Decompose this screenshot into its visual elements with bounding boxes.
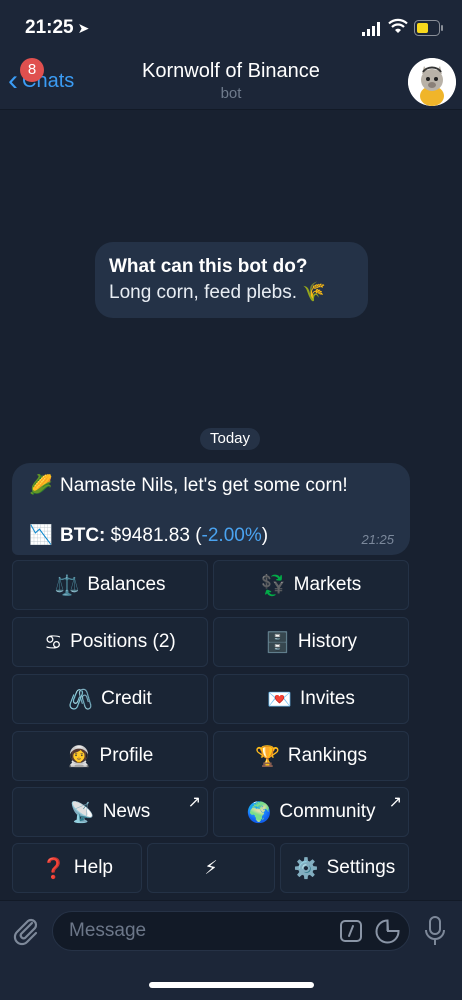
btc-change[interactable]: -2.00% [202,521,262,551]
profile-button[interactable]: 👩‍🚀 Profile [12,731,208,781]
credit-button[interactable]: 🖇️ Credit [12,674,208,724]
paperclip-icon[interactable] [12,915,40,947]
bot-avatar-image [408,58,456,106]
invites-button[interactable]: 💌 Invites [213,674,409,724]
settings-label: Settings [326,857,396,878]
trophy-icon: 🏆 [254,745,280,768]
location-arrow-icon: ➤ [77,20,90,36]
chat-header: ‹ Chats 8 Kornwolf of Binance bot [0,52,462,110]
status-time: 21:25 ➤ [25,17,89,39]
help-button[interactable]: ❓ Help [12,843,142,893]
question-mark-icon: ❓ [41,857,66,880]
lightning-icon: ⚡ [204,857,218,879]
gear-icon: ⚙️ [293,857,319,880]
message-time: 21:25 [361,532,394,547]
btc-line: 📉 BTC: $9481.83 (-2.00%) [28,521,394,551]
markets-label: Markets [293,574,362,595]
microphone-icon[interactable] [424,915,446,947]
external-link-icon: ↗ [187,794,201,811]
astronaut-icon: 👩‍🚀 [66,745,92,768]
community-label: Community [279,801,376,822]
status-time-text: 21:25 [25,17,74,38]
sticker-icon[interactable] [375,919,400,944]
greeting-line: 🌽 Namaste Nils, let's get some corn! [28,471,394,501]
markets-button[interactable]: 💱 Markets [213,560,409,610]
news-button[interactable]: 📡 News ↗ [12,787,208,837]
paperclips-icon: 🖇️ [68,688,94,711]
balances-button[interactable]: ⚖️ Balances [12,560,208,610]
balances-label: Balances [87,574,166,595]
cancer-sign-icon: ♋ [44,631,63,654]
external-link-icon: ↗ [388,794,402,811]
greeting-text: Namaste Nils, let's get some corn! [60,475,348,496]
btc-close: ) [261,525,269,546]
lightning-button[interactable]: ⚡ [147,843,275,893]
chart-decreasing-icon: 📉 [29,525,53,546]
history-label: History [297,631,358,652]
positions-button[interactable]: ♋ Positions (2) [12,617,208,667]
bot-message: 🌽 Namaste Nils, let's get some corn! 📉 B… [12,463,410,555]
home-indicator[interactable] [149,982,314,988]
news-label: News [102,801,151,822]
date-separator: Today [200,428,260,450]
status-bar: 21:25 ➤ [0,0,462,52]
profile-label: Profile [99,745,154,766]
chat-title[interactable]: Kornwolf of Binance [0,60,462,83]
bot-info-title: What can this bot do? [109,256,308,277]
community-button[interactable]: 🌍 Community ↗ [213,787,409,837]
wifi-icon [388,18,408,33]
invites-label: Invites [299,688,355,709]
credit-label: Credit [101,688,152,709]
bot-info-bubble: What can this bot do? Long corn, feed pl… [95,242,368,318]
file-cabinet-icon: 🗄️ [264,631,290,654]
rankings-label: Rankings [287,745,368,766]
help-label: Help [73,857,113,878]
avatar[interactable] [408,58,456,106]
message-placeholder: Message [69,920,147,941]
slash-command-icon[interactable] [340,920,362,942]
positions-label: Positions (2) [70,631,176,652]
history-button[interactable]: 🗄️ History [213,617,409,667]
globe-icon: 🌍 [246,801,272,824]
love-letter-icon: 💌 [267,688,292,711]
btc-price: $9481.83 ( [110,525,202,546]
currency-exchange-icon: 💱 [260,574,286,597]
corn-icon: 🌽 [29,475,53,496]
balance-scale-icon: ⚖️ [54,574,80,597]
signal-icon [362,22,380,36]
chat-subtitle: bot [220,85,242,102]
settings-button[interactable]: ⚙️ Settings [280,843,409,893]
satellite-antenna-icon: 📡 [69,801,95,824]
battery-icon [414,20,443,36]
btc-label: BTC: [60,525,106,546]
bot-info-text: Long corn, feed plebs. 🌾 [109,282,326,303]
rankings-button[interactable]: 🏆 Rankings [213,731,409,781]
